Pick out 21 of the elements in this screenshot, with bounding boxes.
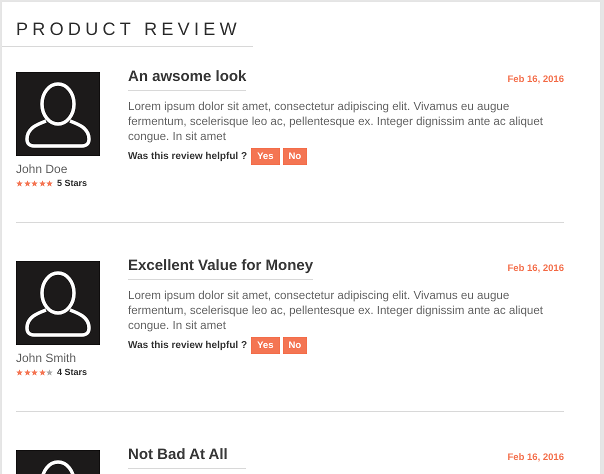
reviewer-name: John Smith [16, 351, 76, 365]
helpful-question: Was this review helpful ? [128, 151, 248, 162]
avatar-icon [16, 72, 100, 156]
rating-label: 5 Stars [57, 178, 88, 188]
review-text: Lorem ipsum dolor sit amet, consectetur adipiscing elit. Vivamus eu augue fermentum, scelerisque leo ac, pellentesque ex. Integer dignissim ante ac aliquet congue. In sit amet [128, 99, 544, 144]
yes-button[interactable]: Yes [251, 337, 280, 354]
review-date: Feb 16, 2016 [507, 262, 564, 274]
review-text: Lorem ipsum dolor sit amet, consectetur adipiscing elit. Vivamus eu augue fermentum, scelerisque leo ac, pellentesque ex. Integer dignissim ante ac aliquet congue. In sit amet [128, 288, 544, 333]
section-heading: PRODUCT REVIEW [16, 19, 241, 40]
review-title: Excellent Value for Money [128, 257, 314, 280]
review-date: Feb 16, 2016 [507, 451, 564, 463]
review-date: Feb 16, 2016 [507, 73, 564, 85]
yes-button[interactable]: Yes [251, 148, 280, 165]
reviewer-name: John Doe [16, 162, 68, 176]
review-title: Not Bad At All [128, 446, 246, 469]
rating-label: 4 Stars [57, 367, 88, 377]
no-button[interactable]: No [282, 337, 308, 354]
no-button[interactable]: No [282, 148, 308, 165]
review-title: An awsome look [128, 68, 246, 91]
helpful-question: Was this review helpful ? [128, 340, 248, 351]
avatar-icon [16, 261, 100, 345]
